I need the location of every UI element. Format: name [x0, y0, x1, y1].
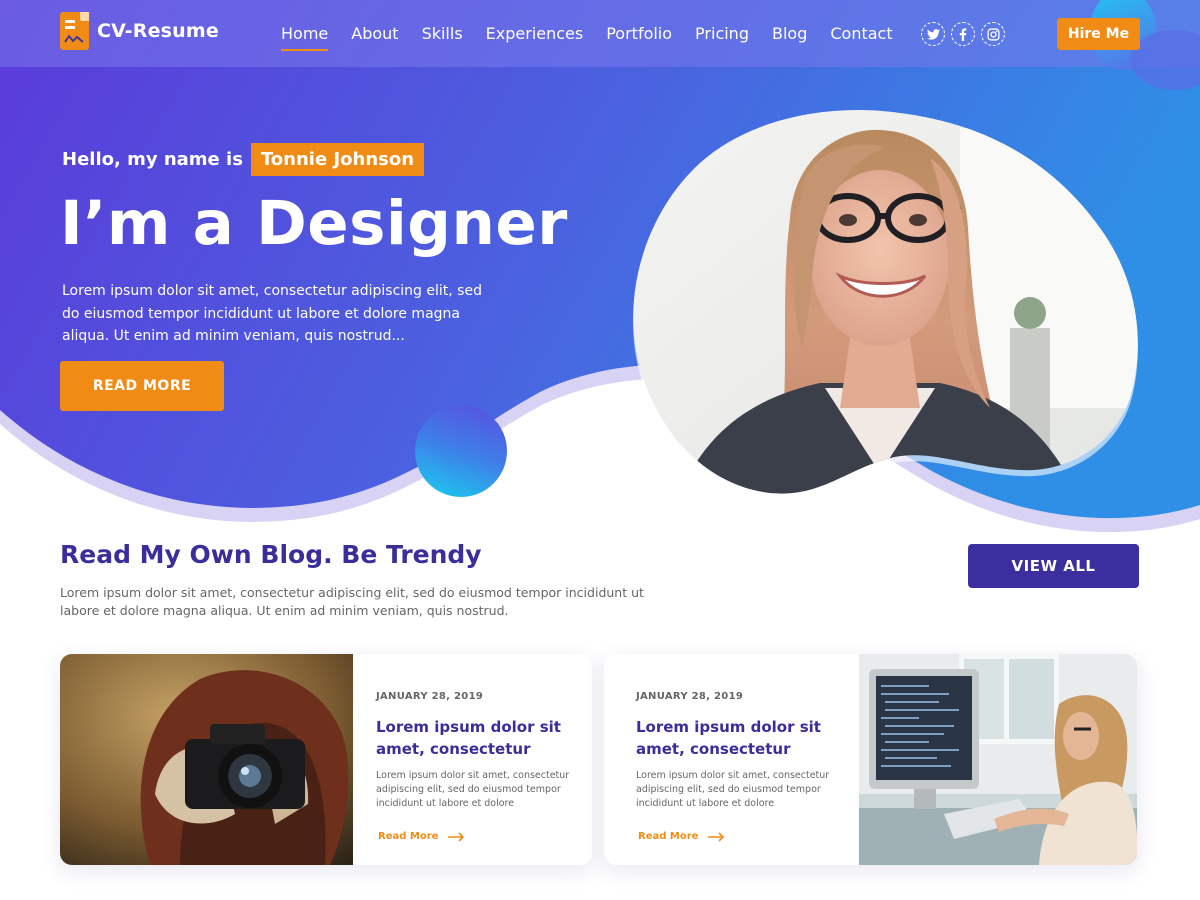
- post-title[interactable]: Lorem ipsum dolor sit amet, consectetur: [376, 716, 576, 760]
- greeting-text: Hello, my name is: [62, 149, 243, 170]
- read-more-button[interactable]: READ MORE: [60, 361, 224, 411]
- brand-logo[interactable]: CV-Resume: [60, 12, 219, 50]
- hero-portrait-image: [630, 108, 1150, 532]
- nav-blog[interactable]: Blog: [772, 24, 807, 49]
- nav-contact[interactable]: Contact: [830, 24, 892, 49]
- site-header: CV-Resume Home About Skills Experiences …: [0, 0, 1200, 90]
- nav-home[interactable]: Home: [281, 24, 329, 51]
- blog-card[interactable]: JANUARY 28, 2019 Lorem ipsum dolor sit a…: [60, 654, 592, 865]
- brand-name: CV-Resume: [97, 20, 219, 42]
- main-nav: Home About Skills Experiences Portfolio …: [281, 24, 916, 51]
- blog-post-image-photographer[interactable]: [60, 654, 353, 865]
- nav-about[interactable]: About: [351, 24, 398, 49]
- view-all-button[interactable]: VIEW ALL: [968, 544, 1139, 588]
- facebook-icon[interactable]: [951, 22, 975, 46]
- hero-greeting: Hello, my name is Tonnie Johnson: [62, 143, 425, 176]
- nav-experiences[interactable]: Experiences: [486, 24, 584, 49]
- instagram-icon[interactable]: [981, 22, 1005, 46]
- nav-pricing[interactable]: Pricing: [695, 24, 749, 49]
- post-date: JANUARY 28, 2019: [376, 691, 484, 702]
- arrow-right-icon: [448, 831, 465, 842]
- hero-title: I’m a Designer: [60, 188, 568, 259]
- read-more-link[interactable]: Read More: [638, 831, 725, 842]
- nav-skills[interactable]: Skills: [422, 24, 463, 49]
- hire-me-button[interactable]: Hire Me: [1057, 18, 1140, 50]
- decorative-gradient-circle: [415, 405, 507, 497]
- hero-description: Lorem ipsum dolor sit amet, consectetur …: [62, 283, 482, 344]
- read-more-link[interactable]: Read More: [378, 831, 465, 842]
- post-date: JANUARY 28, 2019: [636, 691, 744, 702]
- read-more-label: Read More: [378, 831, 439, 842]
- nav-portfolio[interactable]: Portfolio: [606, 24, 672, 49]
- blog-card[interactable]: JANUARY 28, 2019 Lorem ipsum dolor sit a…: [604, 654, 1137, 865]
- blog-post-image-computer[interactable]: [859, 654, 1137, 865]
- twitter-icon[interactable]: [921, 22, 945, 46]
- document-icon: [60, 12, 89, 50]
- post-excerpt: Lorem ipsum dolor sit amet, consectetur …: [636, 770, 830, 809]
- post-excerpt: Lorem ipsum dolor sit amet, consectetur …: [376, 770, 570, 809]
- blog-section-description: Lorem ipsum dolor sit amet, consectetur …: [60, 585, 644, 618]
- read-more-label: Read More: [638, 831, 699, 842]
- name-badge: Tonnie Johnson: [250, 143, 425, 176]
- post-title[interactable]: Lorem ipsum dolor sit amet, consectetur: [636, 716, 836, 760]
- arrow-right-icon: [708, 831, 725, 842]
- social-links: [921, 22, 1011, 46]
- blog-section-title: Read My Own Blog. Be Trendy: [60, 540, 482, 569]
